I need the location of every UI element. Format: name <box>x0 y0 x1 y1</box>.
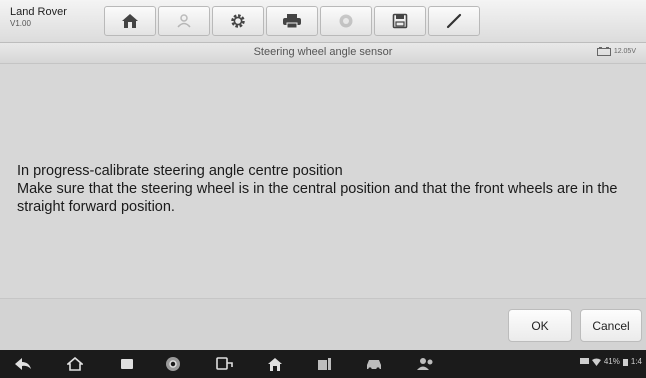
home-icon <box>122 14 138 28</box>
settings-button[interactable] <box>212 6 264 36</box>
home-icon <box>67 357 83 371</box>
message-panel: In progress-calibrate steering angle cen… <box>0 64 646 298</box>
help-button[interactable] <box>320 6 372 36</box>
home-button[interactable] <box>104 6 156 36</box>
status-area: 41% 1:4 <box>579 357 642 366</box>
print-button[interactable] <box>266 6 318 36</box>
print-icon <box>283 14 301 29</box>
vci-connect-button[interactable] <box>212 354 236 374</box>
system-navigation-bar: 41% 1:4 <box>0 350 646 378</box>
action-button-bar: OK Cancel <box>0 298 646 351</box>
software-version: V1.00 <box>10 19 31 28</box>
message-line-1: In progress-calibrate steering angle cen… <box>17 163 343 179</box>
diagnostics-home-icon <box>268 357 282 371</box>
vehicle-swap-icon <box>177 14 191 28</box>
battery-icon <box>622 358 628 366</box>
clock: 1:4 <box>630 357 642 366</box>
top-toolbar: Land Rover V1.00 <box>0 0 646 43</box>
message-icon <box>579 358 589 364</box>
vehicle-button[interactable] <box>362 354 386 374</box>
save-icon <box>392 13 408 29</box>
recent-apps-button[interactable] <box>116 354 138 374</box>
vehicle-name: Land Rover <box>10 6 67 18</box>
message-line-2: Make sure that the steering wheel is in … <box>17 181 618 215</box>
vehicle-swap-button[interactable] <box>158 6 210 36</box>
chrome-icon <box>166 357 180 371</box>
help-icon <box>339 14 353 28</box>
instruction-message: In progress-calibrate steering angle cen… <box>17 162 637 216</box>
cancel-button[interactable]: Cancel <box>580 309 642 342</box>
recent-apps-icon <box>121 359 133 369</box>
back-button[interactable] <box>12 354 34 374</box>
vehicle-service-icon <box>318 358 331 370</box>
vci-connect-icon <box>216 357 233 370</box>
settings-gear-icon <box>231 14 245 28</box>
function-title: Steering wheel angle sensor <box>253 46 393 58</box>
users-icon <box>417 358 433 370</box>
vehicle-icon <box>367 359 381 371</box>
save-button[interactable] <box>374 6 426 36</box>
vehicle-service-button[interactable] <box>314 354 336 374</box>
data-logging-button[interactable] <box>428 6 480 36</box>
chrome-button[interactable] <box>162 354 184 374</box>
function-title-bar: Steering wheel angle sensor 12.05V <box>0 43 646 64</box>
battery-voltage-indicator: 12.05V <box>596 47 636 56</box>
battery-icon <box>596 47 611 56</box>
android-home-button[interactable] <box>64 354 86 374</box>
vehicle-info: Land Rover V1.00 <box>10 6 90 29</box>
battery-voltage: 12.05V <box>613 48 636 55</box>
back-icon <box>15 358 31 370</box>
data-logging-pen-icon <box>446 13 462 29</box>
battery-percent: 41% <box>603 357 620 366</box>
wifi-icon <box>591 358 601 366</box>
ok-button[interactable]: OK <box>508 309 572 342</box>
diagnostics-home-button[interactable] <box>264 354 286 374</box>
users-button[interactable] <box>414 354 438 374</box>
